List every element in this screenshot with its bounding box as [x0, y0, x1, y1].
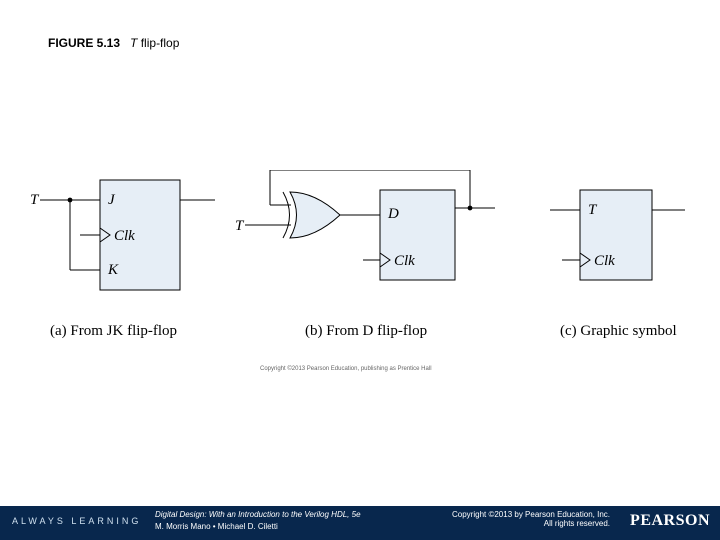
figure-title-rest: flip-flop: [137, 36, 179, 50]
label-a-k: K: [107, 262, 119, 278]
label-c-clk: Clk: [594, 253, 615, 269]
subfig-b: T D Clk (b) From D flip-flop: [235, 170, 495, 339]
footer-copyright: Copyright ©2013 by Pearson Education, In…: [452, 510, 610, 528]
pearson-logo: PEARSON: [630, 512, 710, 530]
footer-authors: M. Morris Mano • Michael D. Ciletti: [155, 522, 278, 531]
d-box: [380, 190, 455, 280]
label-a-input: T: [30, 192, 40, 208]
diagram-canvas: T J K Clk (a) From JK flip-flop T D Clk …: [30, 170, 690, 400]
subfig-a: T J K Clk (a) From JK flip-flop: [30, 180, 215, 339]
label-a-clk: Clk: [114, 228, 135, 244]
label-b-d: D: [387, 206, 399, 222]
figure-label: FIGURE 5.13 T flip-flop: [48, 36, 179, 50]
caption-c: (c) Graphic symbol: [560, 323, 677, 339]
always-learning-label: ALWAYS LEARNING: [12, 516, 141, 526]
subfig-c: T Clk (c) Graphic symbol: [550, 190, 685, 339]
footer-bar: ALWAYS LEARNING Digital Design: With an …: [0, 506, 720, 540]
label-b-input: T: [235, 218, 245, 234]
caption-b: (b) From D flip-flop: [305, 323, 427, 339]
micro-copyright: Copyright ©2013 Pearson Education, publi…: [260, 365, 432, 372]
footer-book-title: Digital Design: With an Introduction to …: [155, 510, 361, 519]
xor-gate-icon: [290, 192, 340, 238]
figure-number: FIGURE 5.13: [48, 36, 120, 50]
caption-a: (a) From JK flip-flop: [50, 323, 177, 339]
label-b-clk: Clk: [394, 253, 415, 269]
